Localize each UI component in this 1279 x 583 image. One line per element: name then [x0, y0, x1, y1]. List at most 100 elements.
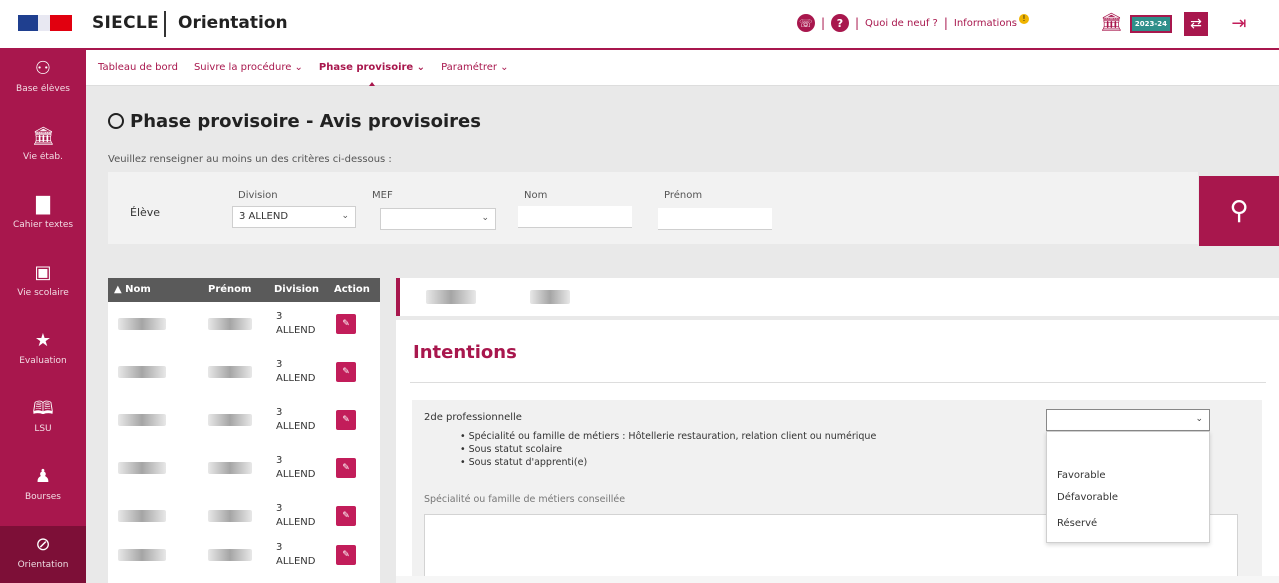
table-row: 3 ALLEND ✎: [108, 448, 380, 496]
division-cell: 3 ALLEND: [276, 311, 316, 336]
chevron-down-icon: ⌄: [341, 211, 349, 221]
header-links: ☏ | ? | Quoi de neuf ? | Informations !: [796, 14, 1029, 32]
student-detail-header: [396, 278, 1279, 316]
nav-suivre-procedure[interactable]: Suivre la procédure ⌄: [194, 62, 303, 73]
prenom-label: Prénom: [664, 190, 703, 201]
switch-icon[interactable]: ⇄: [1184, 12, 1208, 36]
col-prenom[interactable]: Prénom: [208, 284, 251, 295]
option-favorable[interactable]: Favorable: [1057, 470, 1106, 481]
table-header: ▲ Nom Prénom Division Action: [108, 278, 380, 302]
edit-icon[interactable]: ✎: [336, 362, 356, 382]
division-cell: 3 ALLEND: [276, 503, 316, 528]
search-icon: ⚲: [1229, 196, 1249, 226]
nav-phase-provisoire[interactable]: Phase provisoire ⌄: [319, 62, 425, 90]
nom-label: Nom: [524, 190, 548, 201]
instructions-text: Veuillez renseigner au moins un des crit…: [108, 154, 392, 165]
prenom-input[interactable]: [658, 208, 772, 230]
person-icon: ♟: [34, 466, 52, 487]
informations-link[interactable]: Informations: [954, 18, 1017, 29]
option-reserve[interactable]: Réservé: [1057, 518, 1097, 529]
chevron-down-icon: ⌄: [1195, 414, 1203, 424]
col-nom[interactable]: ▲ Nom: [114, 284, 151, 295]
division-value: 3 ALLEND: [239, 211, 289, 222]
edit-icon[interactable]: ✎: [336, 458, 356, 478]
sidebar-item-bourses[interactable]: ♟ Bourses: [0, 458, 86, 526]
bottom-strip: [396, 576, 1279, 583]
sidebar-item-label: Cahier textes: [12, 220, 74, 230]
option-defavorable[interactable]: Défavorable: [1057, 492, 1118, 503]
redacted-prenom: [208, 366, 252, 378]
redacted-prenom: [208, 414, 252, 426]
edit-icon[interactable]: ✎: [336, 506, 356, 526]
sidebar-item-orientation[interactable]: ⊘ Orientation: [0, 526, 86, 583]
redacted-prenom: [208, 510, 252, 522]
users-icon: ⚇: [34, 58, 52, 79]
voeu-details: • Spécialité ou famille de métiers : Hôt…: [460, 430, 876, 469]
specialite-label: Spécialité ou famille de métiers conseil…: [424, 494, 626, 505]
building-icon: 🏛: [32, 126, 55, 147]
intentions-title: Intentions: [413, 342, 517, 363]
compass-icon: ⊘: [35, 534, 51, 555]
redacted-nom: [118, 462, 166, 474]
redacted-prenom: [208, 549, 252, 561]
sidebar-item-label: Évaluation: [19, 356, 67, 366]
sidebar-item-label: Vie scolaire: [17, 288, 69, 298]
divider: [410, 382, 1266, 383]
calendar-icon: ▣: [34, 262, 52, 283]
voeu-title: 2de professionnelle: [424, 412, 522, 423]
sidebar: ⚇ Base élèves 🏛 Vie étab. ▇ Cahier texte…: [0, 50, 86, 583]
division-label: Division: [238, 190, 278, 201]
establishment-icon[interactable]: 🏛: [1100, 12, 1123, 34]
col-division[interactable]: Division: [274, 284, 319, 295]
notification-badge-icon: !: [1019, 14, 1029, 24]
sidebar-item-label: Base élèves: [16, 84, 70, 94]
avis-dropdown-list: Favorable Défavorable Réservé: [1046, 431, 1210, 543]
support-icon[interactable]: ☏: [796, 14, 815, 32]
table-row: 3 ALLEND ✎: [108, 400, 380, 448]
division-select[interactable]: 3 ALLEND ⌄: [232, 206, 356, 228]
logout-icon[interactable]: ⇥: [1226, 12, 1252, 36]
division-cell: 3 ALLEND: [276, 407, 316, 432]
top-header: SIECLE Orientation ☏ | ? | Quoi de neuf …: [0, 0, 1279, 50]
mef-label: MEF: [372, 190, 393, 201]
help-icon[interactable]: ?: [830, 14, 849, 32]
voeu-detail-line: • Sous statut d'apprenti(e): [460, 457, 588, 468]
mef-select[interactable]: ⌄: [380, 208, 496, 230]
search-filter-panel: Élève Division 3 ALLEND ⌄ MEF ⌄ Nom Prén…: [108, 172, 1198, 244]
sidebar-item-cahier-textes[interactable]: ▇ Cahier textes: [0, 186, 86, 254]
redacted-nom: [118, 366, 166, 378]
table-row: 3 ALLEND ✎: [108, 535, 380, 583]
redacted-nom: [118, 318, 166, 330]
search-button[interactable]: ⚲: [1199, 176, 1279, 246]
redacted-prenom: [208, 318, 252, 330]
sidebar-item-label: Orientation: [17, 560, 69, 570]
col-action: Action: [334, 284, 370, 295]
nav-tableau-de-bord[interactable]: Tableau de bord: [98, 62, 178, 73]
school-year-badge[interactable]: 2023-24: [1130, 15, 1172, 33]
division-cell: 3 ALLEND: [276, 542, 316, 567]
page-title: Phase provisoire - Avis provisoires: [108, 111, 481, 132]
sidebar-item-vie-etab[interactable]: 🏛 Vie étab.: [0, 118, 86, 186]
open-book-icon: 🕮: [32, 398, 54, 419]
book-icon: ▇: [36, 194, 50, 215]
quoi-de-neuf-link[interactable]: Quoi de neuf ?: [865, 18, 938, 29]
nom-input[interactable]: [518, 206, 632, 228]
star-icon: ★: [34, 330, 52, 351]
division-cell: 3 ALLEND: [276, 455, 316, 480]
avis-select[interactable]: ⌄: [1046, 409, 1210, 431]
sidebar-item-vie-scolaire[interactable]: ▣ Vie scolaire: [0, 254, 86, 322]
chevron-down-icon: ⌄: [481, 213, 489, 223]
edit-icon[interactable]: ✎: [336, 545, 356, 565]
nav-parametrer[interactable]: Paramétrer ⌄: [441, 62, 508, 73]
sidebar-item-label: LSU: [34, 424, 52, 434]
student-table: ▲ Nom Prénom Division Action 3 ALLEND ✎ 3…: [108, 278, 380, 583]
sidebar-item-evaluation[interactable]: ★ Évaluation: [0, 322, 86, 390]
redacted-student-name: [426, 290, 476, 304]
redacted-nom: [118, 549, 166, 561]
sidebar-item-base-eleves[interactable]: ⚇ Base élèves: [0, 50, 86, 118]
edit-icon[interactable]: ✎: [336, 410, 356, 430]
division-cell: 3 ALLEND: [276, 359, 316, 384]
edit-icon[interactable]: ✎: [336, 314, 356, 334]
sidebar-item-lsu[interactable]: 🕮 LSU: [0, 390, 86, 458]
sub-navigation: Tableau de bord Suivre la procédure ⌄ Ph…: [86, 50, 1279, 90]
